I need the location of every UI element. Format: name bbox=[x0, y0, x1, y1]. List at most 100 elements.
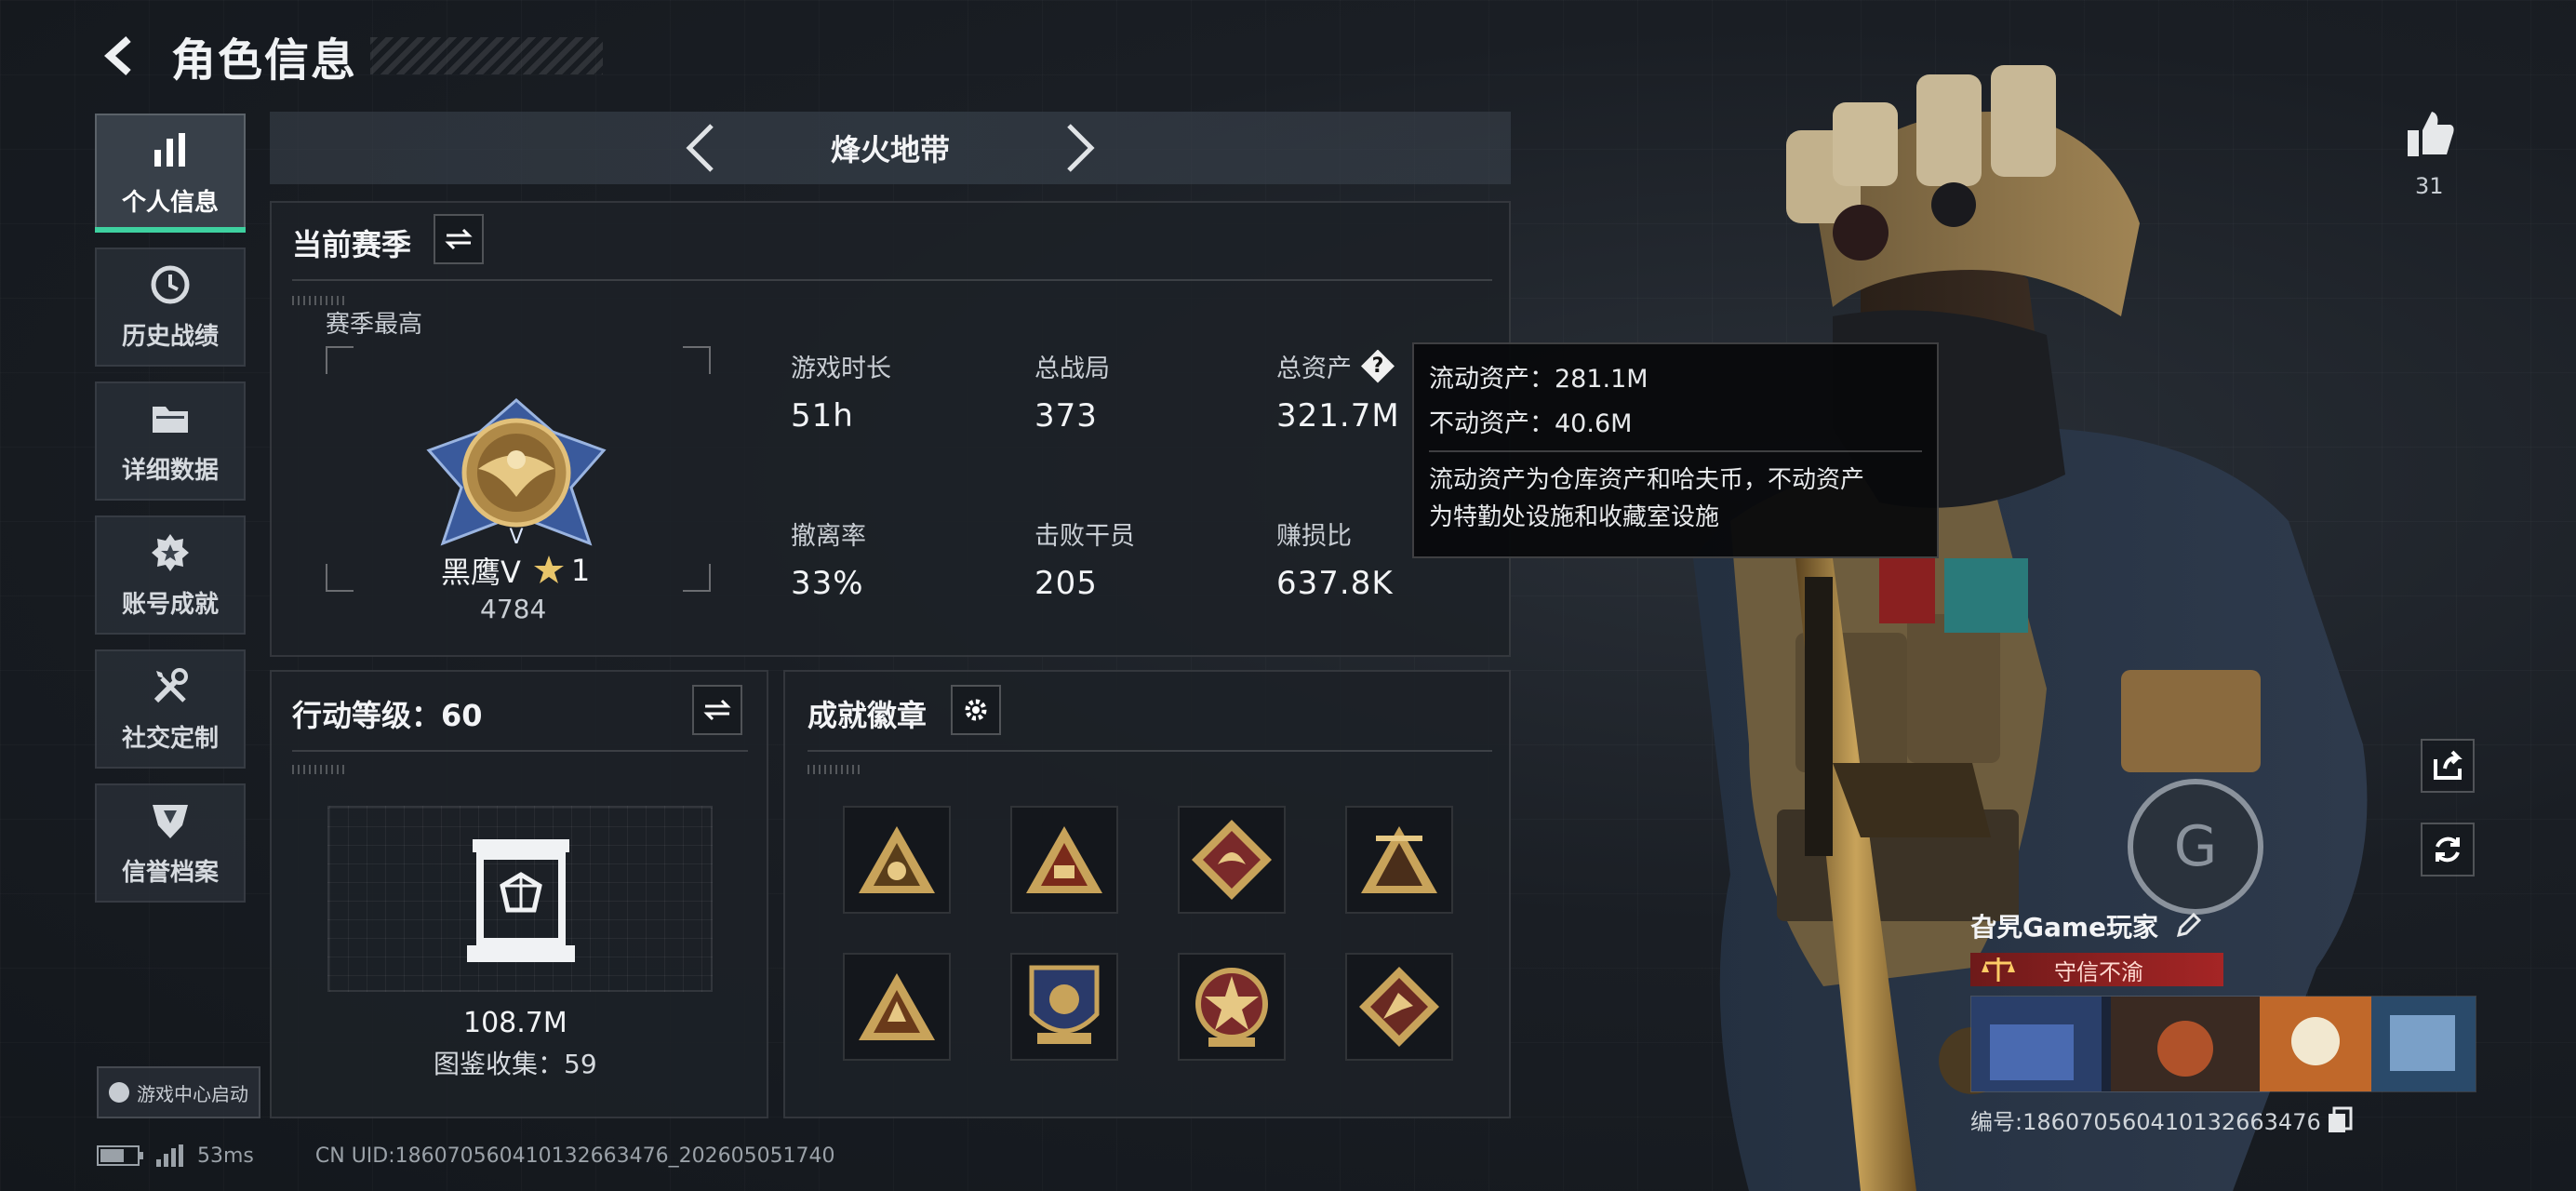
medal-icon bbox=[152, 533, 189, 571]
sidebar-item-label: 社交定制 bbox=[121, 724, 219, 753]
season-switch-button[interactable] bbox=[434, 214, 484, 264]
svg-text:G: G bbox=[2174, 814, 2218, 879]
sidebar-item-history[interactable]: 历史战绩 bbox=[95, 248, 246, 367]
launch-label: 游戏中心启动 bbox=[137, 1082, 248, 1105]
scales-icon bbox=[1970, 953, 2026, 986]
tooltip-description-2: 为特勤处设施和收藏室设施 bbox=[1429, 503, 1720, 531]
season-title: 当前赛季 bbox=[292, 227, 412, 262]
sidebar-item-label: 详细数据 bbox=[121, 456, 219, 485]
tri-badge-icon bbox=[859, 973, 935, 1040]
help-icon[interactable]: ? bbox=[1361, 349, 1395, 383]
player-id: 编号:18607056041013266347​6 bbox=[1970, 1109, 2321, 1135]
sidebar-item-label: 历史战绩 bbox=[121, 322, 219, 351]
achievement-badge-1[interactable] bbox=[843, 806, 951, 914]
page-title: 角色信息 bbox=[171, 34, 358, 87]
svg-text:V: V bbox=[509, 526, 523, 549]
sidebar-item-credit[interactable]: 信誉档案 bbox=[95, 783, 246, 903]
chevron-right-icon bbox=[1067, 124, 1095, 172]
rank-name: 黑鹰V bbox=[441, 555, 521, 590]
stat-total-matches: 总战局 373 bbox=[1034, 348, 1248, 435]
refresh-button[interactable] bbox=[2421, 823, 2475, 877]
ping-text: 53ms bbox=[197, 1144, 254, 1168]
tooltip-fixed-assets: 不动资产：40.6M bbox=[1429, 409, 1633, 438]
stat-label: 总资产 bbox=[1276, 355, 1352, 383]
mode-selector: 烽火地带 bbox=[270, 112, 1511, 184]
swap-icon bbox=[703, 699, 731, 721]
tooltip-description-1: 流动资产为仓库资产和哈夫币，不动资产 bbox=[1429, 466, 1865, 494]
chevron-left-icon bbox=[686, 124, 714, 172]
shield-icon bbox=[153, 804, 188, 838]
tools-icon bbox=[153, 667, 188, 703]
sidebar-item-details[interactable]: 详细数据 bbox=[95, 381, 246, 501]
stat-label: 游戏时长 bbox=[791, 355, 891, 383]
stat-value: 373 bbox=[1034, 397, 1098, 435]
season-best-label: 赛季最高 bbox=[326, 311, 423, 339]
tri-badge-icon bbox=[859, 826, 935, 893]
achievement-badge-3[interactable] bbox=[1178, 806, 1286, 914]
collection-showcase-icon bbox=[467, 839, 575, 962]
stat-value: 205 bbox=[1034, 565, 1098, 602]
sidebar-item-personal-info[interactable]: 个人信息 bbox=[95, 114, 246, 233]
back-button[interactable] bbox=[93, 28, 149, 84]
level-switch-button[interactable] bbox=[692, 685, 742, 735]
gear-icon bbox=[965, 699, 987, 721]
uid-text: CN UID:18607056041013266347​6_2026050517… bbox=[314, 1144, 835, 1168]
diamond-badge-icon bbox=[1192, 820, 1272, 900]
stat-play-time: 游戏时长 51h bbox=[791, 348, 1005, 435]
back-arrow-icon bbox=[104, 36, 131, 75]
edit-pencil-icon[interactable] bbox=[2173, 911, 2203, 941]
achievement-badge-7[interactable] bbox=[1178, 953, 1286, 1061]
stat-label: 击败干员 bbox=[1034, 522, 1135, 551]
player-name-row: 旮旯Game玩家 bbox=[1970, 903, 2473, 949]
game-center-launch-button[interactable]: 游戏中心启动 bbox=[97, 1066, 260, 1118]
sidebar-item-label: 账号成就 bbox=[121, 590, 219, 619]
achievement-badge-5[interactable] bbox=[843, 953, 951, 1061]
assets-tooltip: 流动资产：281.1M 不动资产：40.6M 流动资产为仓库资产和哈夫币，不动资… bbox=[1412, 342, 1939, 558]
achievement-badge-6[interactable] bbox=[1010, 953, 1118, 1061]
share-button[interactable] bbox=[2421, 739, 2475, 793]
like-button[interactable] bbox=[2402, 106, 2458, 162]
bar-chart-icon bbox=[154, 132, 185, 167]
sidebar-item-achievements[interactable]: 账号成就 bbox=[95, 515, 246, 635]
stat-kills: 击败干员 205 bbox=[1034, 515, 1248, 602]
sidebar: 个人信息 历史战绩 详细数据 账号成就 社交定制 信誉档案 bbox=[95, 114, 246, 917]
tooltip-liquid-assets: 流动资产：281.1M bbox=[1429, 365, 1648, 394]
mode-prev-button[interactable] bbox=[673, 120, 728, 176]
rank-stars: 1 bbox=[570, 553, 591, 588]
collection-value: 108.7M bbox=[463, 1007, 567, 1039]
achievement-badge-4[interactable] bbox=[1345, 806, 1453, 914]
tri-badge-icon bbox=[1361, 826, 1437, 893]
player-banner-image bbox=[1970, 996, 2476, 1092]
achievements-settings-button[interactable] bbox=[951, 685, 1001, 735]
credit-badge: 守信不渝 bbox=[1970, 953, 2223, 986]
mode-next-button[interactable] bbox=[1052, 120, 1108, 176]
refresh-icon bbox=[2436, 836, 2460, 863]
qq-icon bbox=[109, 1082, 129, 1103]
clock-icon bbox=[151, 265, 190, 303]
swap-icon bbox=[445, 228, 473, 250]
achievements-title: 成就徽章 bbox=[808, 698, 928, 733]
rank-name-row: 黑鹰V 1 bbox=[441, 549, 590, 592]
thumbs-up-icon bbox=[2408, 112, 2454, 156]
tri-badge-icon bbox=[1026, 826, 1102, 893]
achievement-badge-2[interactable] bbox=[1010, 806, 1118, 914]
season-underline bbox=[292, 279, 1492, 281]
sidebar-item-label: 个人信息 bbox=[121, 188, 219, 217]
signal-icon bbox=[156, 1144, 186, 1167]
achievement-badge-8[interactable] bbox=[1345, 953, 1453, 1061]
copy-icon[interactable] bbox=[2327, 1106, 2353, 1134]
rank-emblem-icon: V bbox=[426, 398, 607, 549]
star-medal-icon bbox=[1195, 968, 1268, 1047]
credit-text: 守信不渝 bbox=[2054, 958, 2143, 985]
stat-label: 撤离率 bbox=[791, 522, 866, 551]
sidebar-item-social[interactable]: 社交定制 bbox=[95, 649, 246, 769]
collection-count: 图鉴收集：59 bbox=[434, 1049, 597, 1079]
player-name: 旮旯Game玩家 bbox=[1970, 912, 2159, 943]
level-underline bbox=[292, 750, 748, 752]
page-header: 角色信息 bbox=[93, 20, 604, 91]
rank-points: 4784 bbox=[480, 594, 547, 624]
season-divider bbox=[292, 296, 348, 305]
level-divider bbox=[292, 765, 348, 774]
sidebar-item-label: 信誉档案 bbox=[121, 858, 219, 887]
mode-title: 烽火地带 bbox=[830, 132, 950, 167]
